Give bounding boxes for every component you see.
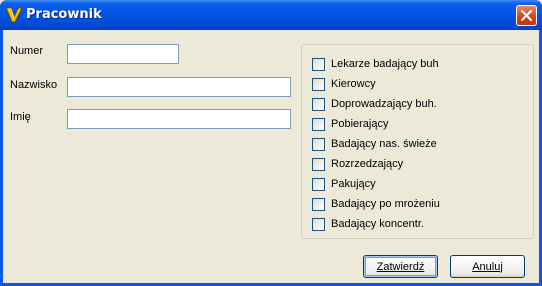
roles-group: Lekarze badający buh Kierowcy Doprowadza… <box>301 44 534 239</box>
role-label: Lekarze badający buh <box>331 58 439 70</box>
role-checkbox[interactable]: Kierowcy <box>312 77 376 91</box>
role-label: Doprowadzający buh. <box>331 98 437 110</box>
close-icon <box>521 10 532 21</box>
nazwisko-label: Nazwisko <box>10 79 58 91</box>
role-checkbox[interactable]: Badający koncentr. <box>312 217 424 231</box>
numer-input[interactable] <box>67 44 179 64</box>
role-label: Badający po mrożeniu <box>331 198 440 210</box>
role-label: Badający koncentr. <box>331 218 424 230</box>
role-checkbox[interactable]: Badający nas. świeże <box>312 137 437 151</box>
checkbox-box[interactable] <box>312 217 325 231</box>
imie-label: Imię <box>10 111 31 123</box>
role-checkbox[interactable]: Pobierający <box>312 117 388 131</box>
role-label: Pobierający <box>331 118 389 130</box>
role-checkbox[interactable]: Rozrzedzający <box>312 157 403 171</box>
numer-label: Numer <box>10 45 44 57</box>
role-checkbox[interactable]: Lekarze badający buh <box>312 57 439 71</box>
window-title: Pracownik <box>26 7 102 22</box>
checkbox-box[interactable] <box>312 177 325 191</box>
role-label: Kierowcy <box>331 78 376 90</box>
role-checkbox[interactable]: Pakujący <box>312 177 376 191</box>
role-checkbox[interactable]: Doprowadzający buh. <box>312 97 437 111</box>
checkbox-box[interactable] <box>312 157 325 171</box>
role-checkbox[interactable]: Badający po mrożeniu <box>312 197 440 211</box>
checkbox-box[interactable] <box>312 97 325 111</box>
dialog-body: Numer Nazwisko Imię Lekarze badający buh… <box>3 30 539 283</box>
dialog-window: Pracownik Numer Nazwisko Imię Lekarze ba… <box>0 0 542 286</box>
checkbox-box[interactable] <box>312 57 325 71</box>
checkbox-box[interactable] <box>312 117 325 131</box>
title-bar[interactable]: Pracownik <box>0 0 542 30</box>
imie-input[interactable] <box>67 109 291 129</box>
app-v-icon <box>5 7 23 23</box>
role-label: Pakujący <box>331 178 376 190</box>
checkbox-box[interactable] <box>312 197 325 211</box>
checkbox-box[interactable] <box>312 137 325 151</box>
role-label: Badający nas. świeże <box>331 138 437 150</box>
confirm-button[interactable]: Zatwierdź <box>363 255 438 278</box>
role-label: Rozrzedzający <box>331 158 404 170</box>
checkbox-box[interactable] <box>312 77 325 91</box>
close-button[interactable] <box>516 5 537 26</box>
nazwisko-input[interactable] <box>67 77 291 97</box>
cancel-button[interactable]: Anuluj <box>450 255 525 278</box>
confirm-label: Zatwierdź <box>376 260 425 273</box>
cancel-label: Anuluj <box>472 260 503 273</box>
